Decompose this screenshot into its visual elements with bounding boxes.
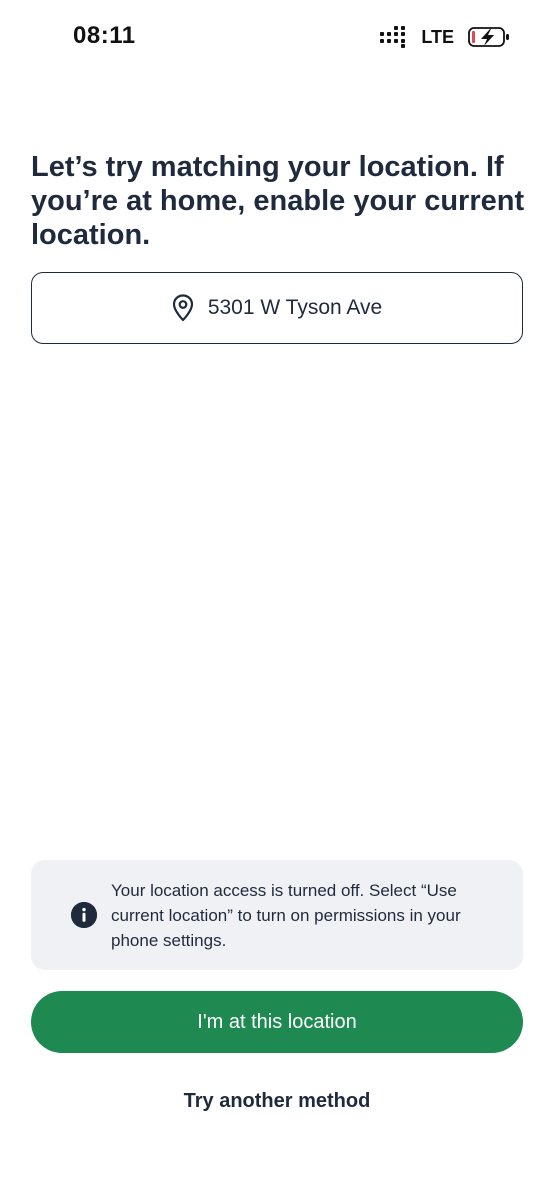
- location-notice: Your location access is turned off. Sele…: [31, 860, 523, 970]
- network-label: LTE: [421, 26, 454, 47]
- info-icon: [71, 902, 97, 928]
- screen: 08:11 LTE Let’s try matching your locati…: [0, 0, 554, 1200]
- status-bar: 08:11 LTE: [0, 0, 554, 78]
- address-field[interactable]: 5301 W Tyson Ave: [31, 272, 523, 344]
- battery-charging-icon: [468, 27, 509, 47]
- status-time: 08:11: [73, 22, 136, 49]
- try-another-method-link[interactable]: Try another method: [0, 1090, 554, 1113]
- notice-text: Your location access is turned off. Sele…: [111, 880, 461, 950]
- address-text: 5301 W Tyson Ave: [207, 296, 383, 319]
- signal-bars-icon: [380, 26, 406, 48]
- location-pin-icon: [172, 294, 193, 322]
- status-indicators: LTE: [379, 26, 510, 48]
- page-heading: Let’s try matching your location. If you…: [31, 151, 525, 251]
- confirm-location-button[interactable]: I'm at this location: [31, 991, 523, 1053]
